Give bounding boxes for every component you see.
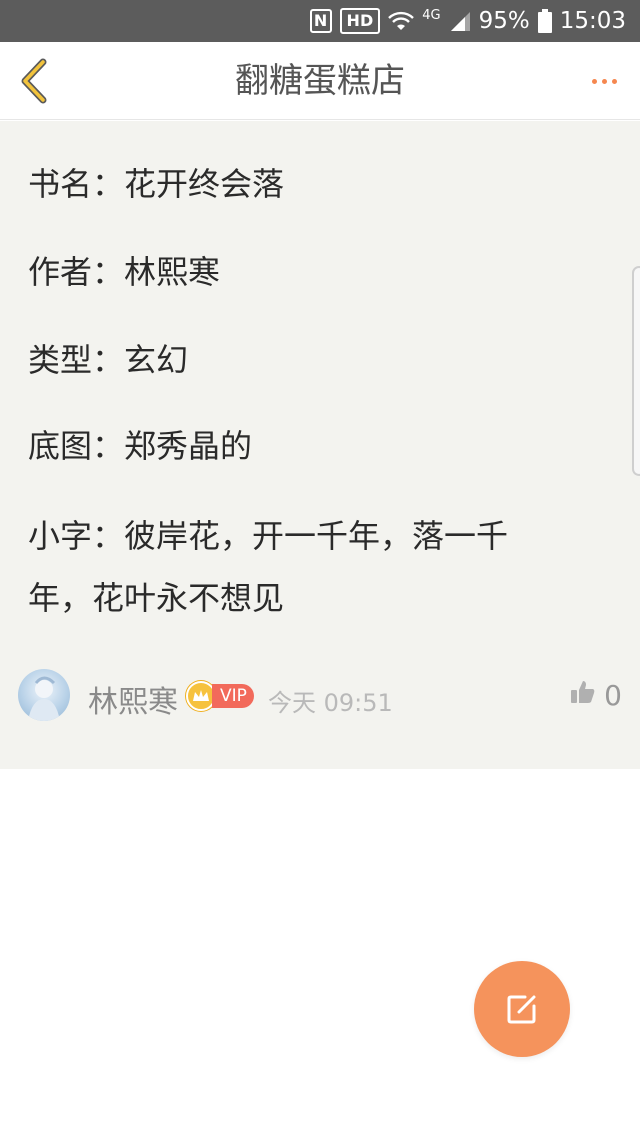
battery-icon — [537, 9, 552, 33]
battery-percent: 95% — [478, 8, 530, 34]
like-count: 0 — [604, 679, 622, 712]
wifi-icon — [388, 9, 415, 33]
more-dots-icon — [591, 78, 597, 84]
more-dot — [611, 78, 617, 84]
post-line-image: 底图：郑秀晶的 — [28, 427, 253, 465]
status-bar: N HD 4G 95% 15:03 — [0, 0, 640, 42]
compose-button[interactable] — [474, 961, 570, 1057]
back-button[interactable] — [12, 56, 56, 106]
post-line-caption-cont: 年，花叶永不想见 — [28, 579, 285, 617]
post-line-author: 作者：林熙寒 — [28, 253, 221, 291]
hd-icon: HD — [339, 8, 381, 34]
app-header: 翻糖蛋糕店 — [0, 42, 640, 120]
avatar[interactable] — [18, 669, 70, 721]
vip-badge: VIP — [212, 684, 254, 708]
post-line-title: 书名：花开终会落 — [28, 165, 285, 203]
more-dot — [601, 78, 607, 84]
thumbs-up-icon[interactable] — [570, 679, 596, 705]
more-button[interactable] — [582, 66, 626, 96]
post-content: 书名：花开终会落 作者：林熙寒 类型：玄幻 底图：郑秀晶的 小字：彼岸花，开一千… — [0, 121, 640, 769]
author-name[interactable]: 林熙寒 — [88, 677, 178, 721]
network-type-label: 4G — [422, 8, 441, 23]
post-line-genre: 类型：玄幻 — [28, 341, 189, 379]
scroll-handle[interactable] — [632, 266, 640, 476]
edit-icon — [507, 995, 536, 1024]
post-line-caption: 小字：彼岸花，开一千年，落一千 — [28, 517, 509, 555]
signal-icon — [449, 10, 471, 32]
clock: 15:03 — [559, 8, 626, 34]
author-row: 林熙寒 VIP 今天 09:51 0 — [0, 661, 640, 731]
post-time: 今天 09:51 — [268, 689, 393, 717]
nfc-icon: N — [309, 9, 332, 33]
page-title: 翻糖蛋糕店 — [235, 61, 405, 101]
chevron-left-icon — [21, 58, 47, 104]
